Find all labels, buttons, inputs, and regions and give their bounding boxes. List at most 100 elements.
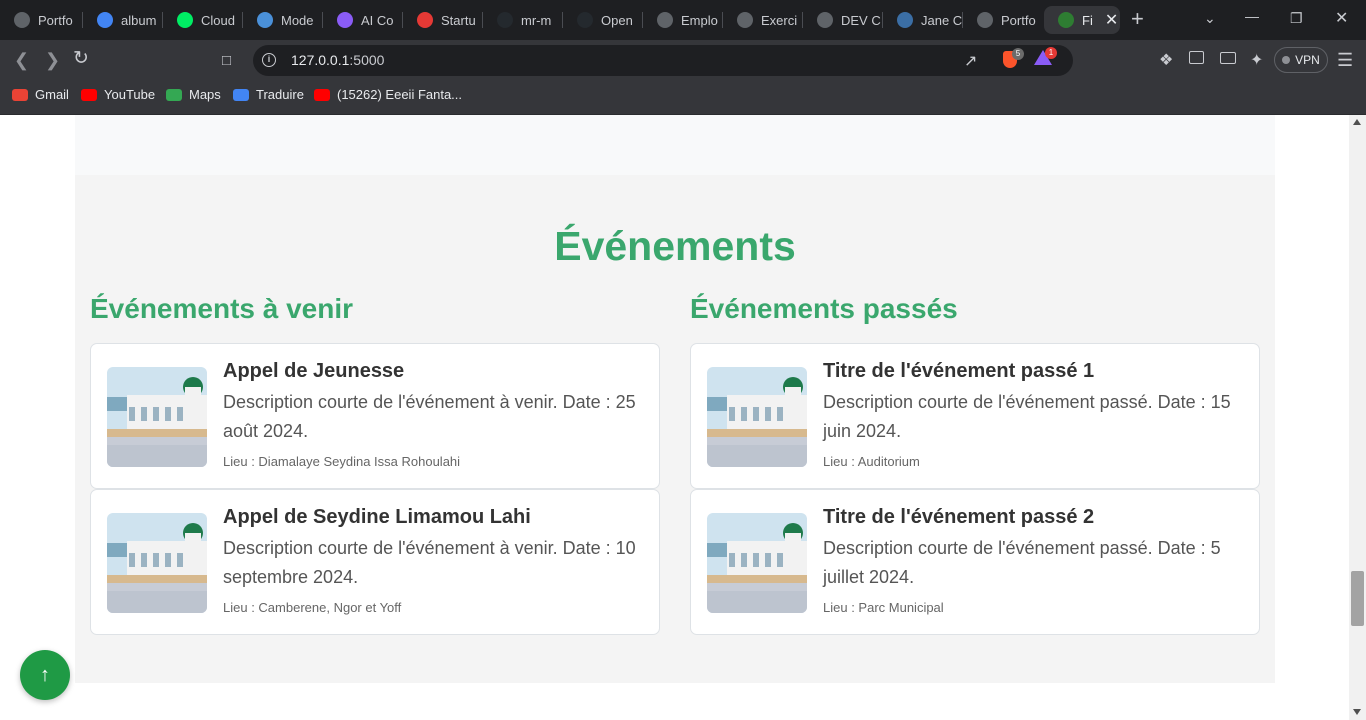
tab-4[interactable]: Mode [243, 6, 323, 34]
tab-6[interactable]: Startu [403, 6, 483, 34]
portfolio-favicon [14, 12, 30, 28]
tab-search-chevron-icon[interactable]: ⌄ [1204, 10, 1216, 27]
scroll-up-arrow-icon[interactable] [1353, 119, 1361, 125]
bookmark-4[interactable]: Traduire [233, 87, 304, 102]
restore-button[interactable]: ❐ [1290, 10, 1303, 27]
tab-11[interactable]: DEV C [803, 6, 883, 34]
bookmark-5[interactable]: (15262) Eeeii Fanta... [314, 87, 462, 102]
event-description: Description courte de l'événement à veni… [223, 392, 636, 441]
tab-label: Open [601, 12, 633, 28]
tab-8[interactable]: Open [563, 6, 643, 34]
event-thumbnail [107, 513, 207, 613]
location-prefix: Lieu : [223, 600, 259, 615]
bookmark-icon[interactable]: □ [222, 51, 231, 71]
tab-9[interactable]: Emplo [643, 6, 723, 34]
tab-label: Portfo [1001, 12, 1036, 28]
tab-7[interactable]: mr-m [483, 6, 563, 34]
tab-separator [482, 12, 483, 28]
events-section: Événements Événements à venir Événements… [75, 175, 1275, 683]
sidebar-icon[interactable] [1189, 51, 1204, 64]
new-tab-button[interactable]: + [1131, 8, 1144, 30]
tab-3[interactable]: Cloud [163, 6, 243, 34]
tab-14[interactable]: Fi ✕ [1044, 6, 1120, 34]
close-tab-icon[interactable]: ✕ [1105, 10, 1118, 30]
menu-icon[interactable]: ☰ [1337, 50, 1353, 71]
location-value: Diamalaye Seydina Issa Rohoulahi [258, 454, 461, 469]
event-thumbnail [707, 367, 807, 467]
tab-separator [402, 12, 403, 28]
bookmark-3[interactable]: Maps [166, 87, 221, 102]
mongodb-favicon [177, 12, 193, 28]
page-scrollbar[interactable] [1349, 115, 1366, 720]
vpn-status-icon [1282, 56, 1291, 64]
site-favicon [1058, 12, 1074, 28]
shields-count-badge: 5 [1012, 48, 1024, 60]
google-favicon [97, 12, 113, 28]
bookmark-1[interactable]: Gmail [12, 87, 69, 102]
forward-button[interactable]: ❯ [45, 50, 60, 70]
scroll-down-arrow-icon[interactable] [1353, 709, 1361, 715]
tab-label: AI Co [361, 12, 394, 28]
tab-separator [882, 12, 883, 28]
back-button[interactable]: ❮ [14, 50, 29, 70]
tab-separator [562, 12, 563, 28]
previous-section-end [75, 115, 1275, 175]
url-text[interactable]: 127.0.0.1:5000 [291, 52, 384, 68]
tab-13[interactable]: Portfo [963, 6, 1044, 34]
section-title: Événements [554, 223, 796, 269]
tab-label: Exerci [761, 12, 798, 28]
wallet-icon[interactable] [1220, 52, 1236, 64]
dev-favicon [817, 12, 833, 28]
event-title: Titre de l'événement passé 1 [823, 360, 1095, 382]
youtube-icon [314, 88, 330, 101]
jane-favicon [897, 12, 913, 28]
event-description: Description courte de l'événement passé.… [823, 538, 1221, 587]
reload-button[interactable]: ↻ [73, 49, 89, 69]
scrollbar-thumb[interactable] [1351, 571, 1364, 626]
tab-2[interactable]: album [83, 6, 163, 34]
tab-separator [162, 12, 163, 28]
share-icon[interactable]: ↗ [964, 51, 977, 71]
leo-ai-icon[interactable]: ✦ [1250, 50, 1263, 70]
upcoming-event-card: Appel de Jeunesse Description courte de l… [90, 343, 660, 489]
tab-12[interactable]: Jane C [883, 6, 963, 34]
site-info-icon[interactable]: i [262, 53, 276, 67]
tab-5[interactable]: AI Co [323, 6, 403, 34]
scroll-to-top-button[interactable]: ↑ [20, 650, 70, 700]
upcoming-events-title: Événements à venir [90, 293, 354, 324]
rewards-count-badge: 1 [1045, 47, 1057, 59]
tab-label: Cloud [201, 12, 235, 28]
tab-separator [82, 12, 83, 28]
tab-separator [802, 12, 803, 28]
bookmark-2[interactable]: YouTube [81, 87, 155, 102]
close-window-button[interactable]: ✕ [1335, 8, 1348, 28]
tab-separator [242, 12, 243, 28]
event-description: Description courte de l'événement passé.… [823, 392, 1231, 441]
event-thumbnail [107, 367, 207, 467]
event-description: Description courte de l'événement à veni… [223, 538, 636, 587]
tab-separator [962, 12, 963, 28]
tab-label: Startu [441, 12, 476, 28]
minimize-button[interactable]: — [1245, 8, 1259, 24]
extensions-icon[interactable]: ❖ [1159, 50, 1173, 70]
tab-label: Fi [1082, 12, 1093, 28]
tab-label: Portfo [38, 12, 73, 28]
bookmark-label: Gmail [35, 87, 69, 102]
tab-label: album [121, 12, 157, 28]
event-thumbnail [707, 513, 807, 613]
arrow-up-icon: ↑ [40, 663, 50, 686]
maps-icon [166, 88, 182, 101]
tab-10[interactable]: Exerci [723, 6, 803, 34]
startup-favicon [417, 12, 433, 28]
upcoming-event-card: Appel de Seydine Limamou Lahi Description… [90, 489, 660, 635]
tab-strip: Portfo album Cloud Mode AI Co Startu mr-m Open E… [0, 0, 1366, 40]
tab-label: DEV C [841, 12, 881, 28]
past-events-title: Événements passés [690, 293, 958, 324]
vpn-button[interactable]: VPN [1274, 47, 1328, 73]
event-location: Lieu : Diamalaye Seydina Issa Rohoulahi [223, 454, 460, 469]
gmail-icon [12, 88, 28, 101]
event-title: Appel de Seydine Limamou Lahi [223, 506, 531, 528]
github-favicon [577, 12, 593, 28]
tab-1[interactable]: Portfo [0, 6, 80, 34]
tab-separator [642, 12, 643, 28]
